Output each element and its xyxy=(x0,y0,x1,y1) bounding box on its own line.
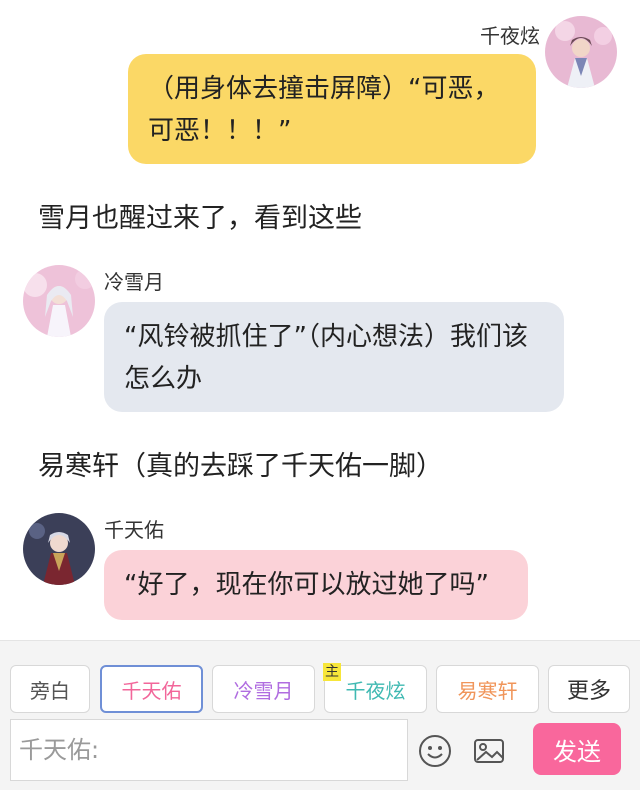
narration-text: 雪月也醒过来了，看到这些 xyxy=(38,203,362,234)
composer-panel: 旁白 千天佑 冷雪月 主 千夜炫 易寒轩 更多 千天佑: 发送 xyxy=(0,640,640,790)
avatar[interactable] xyxy=(545,16,617,88)
character-chip-narrator[interactable]: 旁白 xyxy=(10,665,90,713)
send-button[interactable]: 发送 xyxy=(533,723,621,775)
character-chip-qiantianyou[interactable]: 千天佑 xyxy=(100,665,203,713)
chat-bubble: “好了，现在你可以放过她了吗” xyxy=(104,550,528,620)
more-button[interactable]: 更多 xyxy=(548,665,630,713)
avatar[interactable] xyxy=(23,513,95,585)
speaker-name: 千夜炫 xyxy=(480,24,540,48)
chat-bubble: （用身体去撞击屏障）“可恶，可恶！！！” xyxy=(128,54,536,164)
character-chip-qianyexuan[interactable]: 主 千夜炫 xyxy=(323,663,427,713)
message-input[interactable]: 千天佑: xyxy=(10,719,408,781)
speaker-name: 千天佑 xyxy=(104,518,164,542)
image-icon[interactable] xyxy=(472,734,506,768)
main-badge: 主 xyxy=(323,663,341,681)
narration-text: 易寒轩（真的去踩了千天佑一脚） xyxy=(38,451,443,482)
character-chip-yihanxuan[interactable]: 易寒轩 xyxy=(436,665,539,713)
character-chip-lengxueyue[interactable]: 冷雪月 xyxy=(212,665,315,713)
speaker-name: 冷雪月 xyxy=(104,270,164,294)
avatar[interactable] xyxy=(23,265,95,337)
emoji-icon[interactable] xyxy=(418,734,452,768)
chat-bubble: “风铃被抓住了”（内心想法）我们该怎么办 xyxy=(104,302,564,412)
